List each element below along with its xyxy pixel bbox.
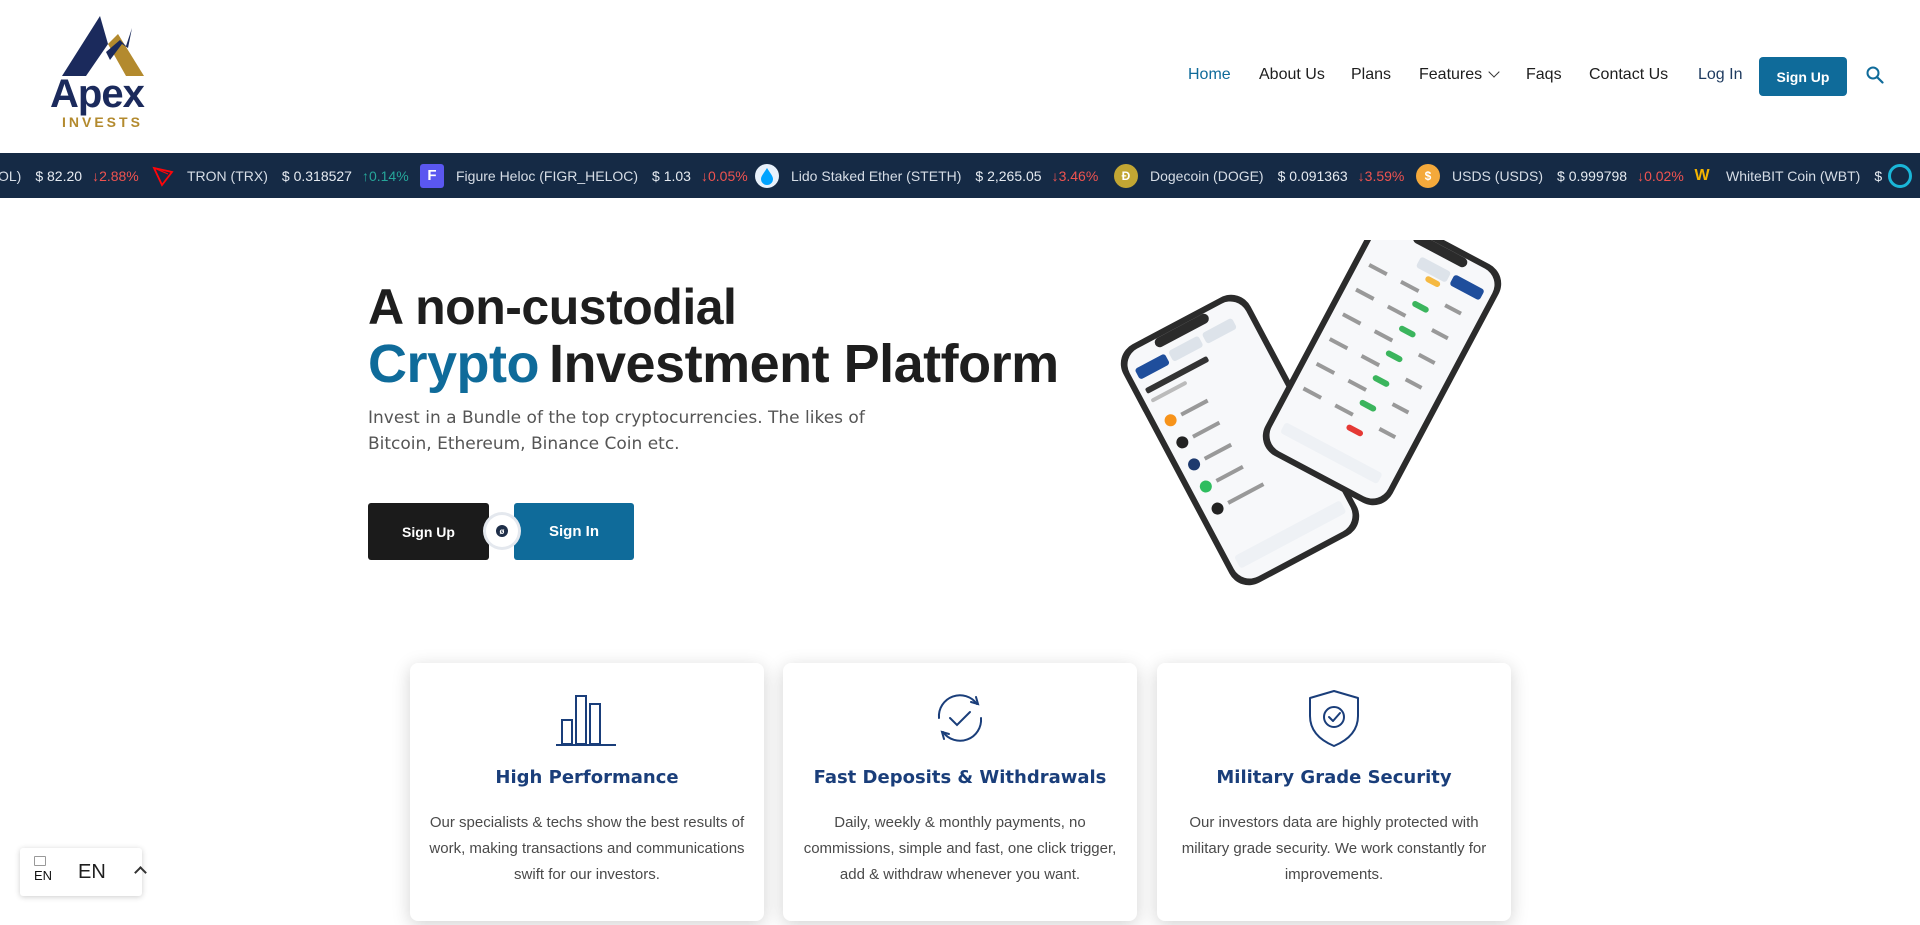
refresh-check-icon [937, 694, 983, 742]
button-divider: ø [486, 515, 518, 547]
chevron-up-icon [134, 866, 147, 879]
ticker-item[interactable]: $ USDS (USDS) $ 0.999798 ↓0.02% [1416, 153, 1684, 198]
login-link[interactable]: Log In [1698, 66, 1742, 84]
nav-contact-us[interactable]: Contact Us [1589, 66, 1668, 84]
nav-about-us[interactable]: About Us [1259, 66, 1325, 84]
nav-home[interactable]: Home [1188, 66, 1231, 84]
flag-alt-text: EN [34, 868, 53, 883]
ticker-coin-price: $ 2,265.05 [975, 167, 1042, 184]
hero-title-line2: Crypto Investment Platform [368, 333, 1059, 395]
crypto-price-ticker: OL) $ 82.20 ↓2.88% TRON (TRX) $ 0.318527… [0, 153, 1920, 198]
ticker-item[interactable] [1888, 153, 1920, 198]
hero-signin-button[interactable]: Sign In [514, 503, 634, 560]
nav-plans[interactable]: Plans [1351, 66, 1391, 84]
ticker-item[interactable]: OL) $ 82.20 ↓2.88% [0, 153, 139, 198]
feature-card-security: Military Grade Security Our investors da… [1157, 663, 1511, 921]
broken-image-icon [34, 856, 46, 866]
ticker-coin-name: WhiteBIT Coin (WBT) [1726, 167, 1861, 184]
feature-text: Our specialists & techs show the best re… [429, 814, 745, 883]
ticker-coin-name: OL) [0, 167, 22, 184]
brand-name: Apex [50, 72, 145, 116]
feature-title: Fast Deposits & Withdrawals [813, 767, 1107, 788]
lido-icon [755, 163, 779, 188]
nav-features[interactable]: Features [1419, 66, 1500, 84]
phones-mockup-image [1120, 240, 1502, 586]
dogecoin-icon: Ð [1114, 163, 1138, 188]
ticker-change-down: ↓2.88% [92, 167, 139, 184]
ticker-coin-price: $ 1.03 [652, 167, 691, 184]
divider-dot-icon: ø [496, 525, 508, 537]
ticker-coin-name: Figure Heloc (FIGR_HELOC) [456, 167, 639, 184]
coin-icon [1888, 163, 1912, 188]
flag-icon: EN [34, 856, 60, 888]
nav-faqs[interactable]: Faqs [1526, 66, 1562, 84]
bar-chart-icon [556, 695, 616, 746]
ticker-coin-price: $ 0.318527 [281, 167, 352, 184]
ticker-coin-name: TRON (TRX) [187, 167, 268, 184]
hero-subtitle: Invest in a Bundle of the top cryptocurr… [368, 408, 865, 454]
tron-icon [151, 164, 175, 188]
feature-text: Daily, weekly & monthly payments, no com… [803, 814, 1117, 883]
figure-icon: F [420, 163, 444, 188]
chevron-down-icon [1488, 66, 1500, 78]
ticker-change-value: 0.05% [707, 167, 748, 184]
feature-title: Military Grade Security [1216, 767, 1452, 788]
feature-title: High Performance [495, 767, 679, 788]
hero-signup-button[interactable]: Sign Up [368, 503, 489, 560]
ticker-coin-price: $ 82.20 [35, 167, 83, 184]
ticker-change-down: ↓0.02% [1637, 167, 1684, 184]
ticker-item[interactable]: W WhiteBIT Coin (WBT) $ [1690, 153, 1892, 198]
feature-text: Our investors data are highly protected … [1181, 814, 1487, 883]
ticker-item[interactable]: TRON (TRX) $ 0.318527 ↑0.14% [151, 153, 409, 198]
ticker-change-value: 3.59% [1364, 167, 1405, 184]
shield-check-icon [1309, 690, 1359, 747]
ticker-coin-name: USDS (USDS) [1452, 167, 1544, 184]
search-icon[interactable] [1866, 66, 1884, 84]
ticker-change-value: 0.14% [368, 167, 409, 184]
feature-card-deposits: Fast Deposits & Withdrawals Daily, weekl… [783, 663, 1137, 921]
ticker-item[interactable]: Ð Dogecoin (DOGE) $ 0.091363 ↓3.59% [1114, 153, 1404, 198]
ticker-coin-name: Lido Staked Ether (STETH) [791, 167, 962, 184]
hero-title-line1: A non-custodial [368, 279, 737, 335]
ticker-coin-price: $ [1874, 167, 1883, 184]
ticker-change-value: 3.46% [1058, 167, 1099, 184]
ticker-change-value: 0.02% [1644, 167, 1684, 184]
header-signup-button[interactable]: Sign Up [1759, 57, 1847, 96]
ticker-coin-price: $ 0.999798 [1557, 167, 1628, 184]
whitebit-icon: W [1694, 166, 1710, 184]
language-switcher[interactable]: EN EN [20, 848, 147, 896]
ticker-change-value: 2.88% [99, 167, 139, 184]
language-code: EN [78, 861, 106, 883]
ticker-change-up: ↑0.14% [361, 167, 409, 184]
hero-title-accent: Crypto [368, 334, 540, 394]
ticker-item[interactable]: Lido Staked Ether (STETH) $ 2,265.05 ↓3.… [755, 153, 1098, 198]
ticker-coin-name: Dogecoin (DOGE) [1150, 167, 1264, 184]
ticker-coin-price: $ 0.091363 [1277, 167, 1348, 184]
ticker-change-down: ↓3.46% [1051, 167, 1099, 184]
ticker-item[interactable]: F Figure Heloc (FIGR_HELOC) $ 1.03 ↓0.05… [420, 153, 748, 198]
ticker-change-down: ↓3.59% [1357, 167, 1405, 184]
usds-icon: $ [1416, 163, 1440, 188]
hero-title-rest: Investment Platform [549, 334, 1059, 394]
site-header: Apex INVESTS Home About Us Plans Feature… [0, 0, 1920, 153]
nav-features-label: Features [1419, 66, 1483, 83]
brand-logo[interactable]: Apex INVESTS [48, 14, 164, 132]
brand-tagline: INVESTS [62, 114, 143, 130]
ticker-change-down: ↓0.05% [700, 167, 748, 184]
feature-card-performance: High Performance Our specialists & techs… [410, 663, 764, 921]
